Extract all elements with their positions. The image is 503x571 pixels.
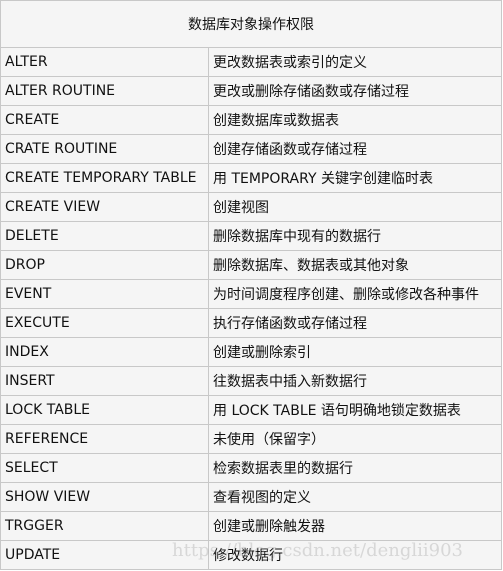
table-row: INDEX 创建或删除索引 [0, 337, 502, 367]
table-row: DROP 删除数据库、数据表或其他对象 [0, 250, 502, 280]
privilege-cell: DELETE [0, 221, 209, 251]
table-row: INSERT 往数据表中插入新数据行 [0, 366, 502, 396]
table-row: SELECT 检索数据表里的数据行 [0, 453, 502, 483]
description-cell: 删除数据库、数据表或其他对象 [208, 250, 502, 280]
description-cell: 用 TEMPORARY 关键字创建临时表 [208, 163, 502, 193]
table-header-row: 数据库对象操作权限 [0, 0, 502, 48]
table-row: REFERENCE 未使用（保留字） [0, 424, 502, 454]
privilege-cell: CREATE TEMPORARY TABLE [0, 163, 209, 193]
privilege-cell: ALTER ROUTINE [0, 76, 209, 106]
description-cell: 查看视图的定义 [208, 482, 502, 512]
table-row: CRATE ROUTINE 创建存储函数或存储过程 [0, 134, 502, 164]
privilege-cell: INDEX [0, 337, 209, 367]
table-row: CREATE 创建数据库或数据表 [0, 105, 502, 135]
table-row: SHOW VIEW 查看视图的定义 [0, 482, 502, 512]
privilege-cell: CREATE [0, 105, 209, 135]
privilege-cell: TRGGER [0, 511, 209, 541]
description-cell: 更改或删除存储函数或存储过程 [208, 76, 502, 106]
table-row: TRGGER 创建或删除触发器 [0, 511, 502, 541]
description-cell: 未使用（保留字） [208, 424, 502, 454]
description-cell: 创建存储函数或存储过程 [208, 134, 502, 164]
description-cell: 为时间调度程序创建、删除或修改各种事件 [208, 279, 502, 309]
table-row: ALTER ROUTINE 更改或删除存储函数或存储过程 [0, 76, 502, 106]
privilege-cell: SELECT [0, 453, 209, 483]
table-row: CREATE TEMPORARY TABLE 用 TEMPORARY 关键字创建临… [0, 163, 502, 193]
privilege-cell: EVENT [0, 279, 209, 309]
description-cell: 创建数据库或数据表 [208, 105, 502, 135]
privilege-cell: DROP [0, 250, 209, 280]
description-cell: 更改数据表或索引的定义 [208, 47, 502, 77]
privilege-cell: SHOW VIEW [0, 482, 209, 512]
description-cell: 执行存储函数或存储过程 [208, 308, 502, 338]
table-row: UPDATE 修改数据行 [0, 540, 502, 570]
description-cell: 往数据表中插入新数据行 [208, 366, 502, 396]
table-row: CREATE VIEW 创建视图 [0, 192, 502, 222]
privilege-cell: CRATE ROUTINE [0, 134, 209, 164]
description-cell: 创建或删除触发器 [208, 511, 502, 541]
table-row: EXECUTE 执行存储函数或存储过程 [0, 308, 502, 338]
table-row: LOCK TABLE 用 LOCK TABLE 语句明确地锁定数据表 [0, 395, 502, 425]
privilege-cell: CREATE VIEW [0, 192, 209, 222]
description-cell: 删除数据库中现有的数据行 [208, 221, 502, 251]
description-cell: 用 LOCK TABLE 语句明确地锁定数据表 [208, 395, 502, 425]
privilege-cell: ALTER [0, 47, 209, 77]
privileges-table: 数据库对象操作权限 ALTER 更改数据表或索引的定义 ALTER ROUTINE 更… [0, 0, 502, 570]
privilege-cell: INSERT [0, 366, 209, 396]
privilege-cell: EXECUTE [0, 308, 209, 338]
table-row: EVENT 为时间调度程序创建、删除或修改各种事件 [0, 279, 502, 309]
description-cell: 修改数据行 [208, 540, 502, 570]
description-cell: 检索数据表里的数据行 [208, 453, 502, 483]
table-title: 数据库对象操作权限 [0, 0, 502, 48]
table-row: ALTER 更改数据表或索引的定义 [0, 47, 502, 77]
privilege-cell: REFERENCE [0, 424, 209, 454]
description-cell: 创建或删除索引 [208, 337, 502, 367]
privilege-cell: LOCK TABLE [0, 395, 209, 425]
description-cell: 创建视图 [208, 192, 502, 222]
privilege-cell: UPDATE [0, 540, 209, 570]
table-row: DELETE 删除数据库中现有的数据行 [0, 221, 502, 251]
